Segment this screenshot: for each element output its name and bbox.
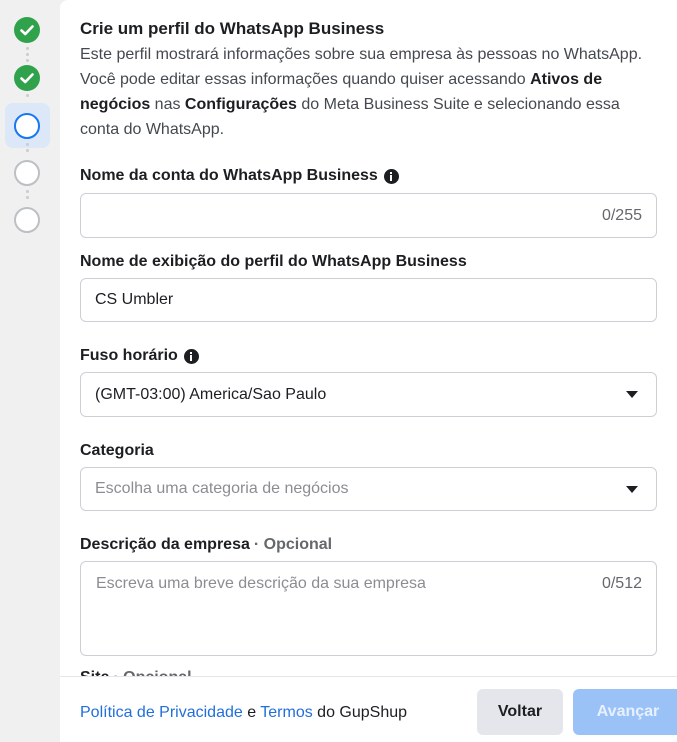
timezone-label: Fuso horário	[80, 346, 199, 366]
step-1-complete-icon	[14, 17, 40, 43]
progress-stepper	[0, 0, 56, 742]
form-panel: Crie um perfil do WhatsApp Business Este…	[60, 0, 677, 742]
step-connector	[26, 47, 29, 65]
chevron-down-icon	[626, 391, 638, 398]
description-textarea[interactable]: Escreva uma breve descrição da sua empre…	[80, 561, 657, 656]
form-content: Crie um perfil do WhatsApp Business Este…	[80, 18, 657, 686]
chevron-down-icon	[626, 485, 638, 493]
display-name-field[interactable]: CS Umbler	[80, 278, 657, 322]
next-button[interactable]: Avançar	[573, 689, 677, 735]
form-title: Crie um perfil do WhatsApp Business	[80, 19, 385, 38]
timezone-select[interactable]: (GMT-03:00) America/Sao Paulo	[80, 372, 657, 417]
account-name-counter: 0/255	[601, 206, 642, 224]
step-3-current-icon	[14, 113, 40, 139]
display-name-label: Nome de exibição do perfil do WhatsApp B…	[80, 253, 467, 270]
legal-links: Política de Privacidade e Termos do GupS…	[80, 704, 408, 721]
terms-link[interactable]: Termos	[260, 704, 312, 721]
account-name-label: Nome da conta do WhatsApp Business	[80, 166, 399, 186]
step-connector	[26, 143, 29, 155]
form-intro: Este perfil mostrará informações sobre s…	[80, 46, 643, 138]
step-5-pending-icon	[14, 207, 40, 233]
step-connector	[26, 94, 29, 100]
category-label: Categoria	[80, 442, 154, 459]
step-connector	[26, 190, 29, 202]
step-4-pending-icon	[14, 160, 40, 186]
description-counter: 0/512	[601, 575, 642, 592]
step-2-complete-icon	[14, 65, 40, 91]
category-select[interactable]: Escolha uma categoria de negócios	[80, 467, 657, 511]
description-label: Descrição da empresa · Opcional	[80, 536, 333, 553]
account-name-field[interactable]: 0/255	[80, 193, 657, 238]
info-icon[interactable]	[383, 168, 399, 184]
form-footer: Política de Privacidade e Termos do GupS…	[60, 676, 677, 742]
privacy-policy-link[interactable]: Política de Privacidade	[80, 704, 243, 721]
back-button[interactable]: Voltar	[477, 689, 563, 735]
info-icon[interactable]	[183, 348, 199, 364]
